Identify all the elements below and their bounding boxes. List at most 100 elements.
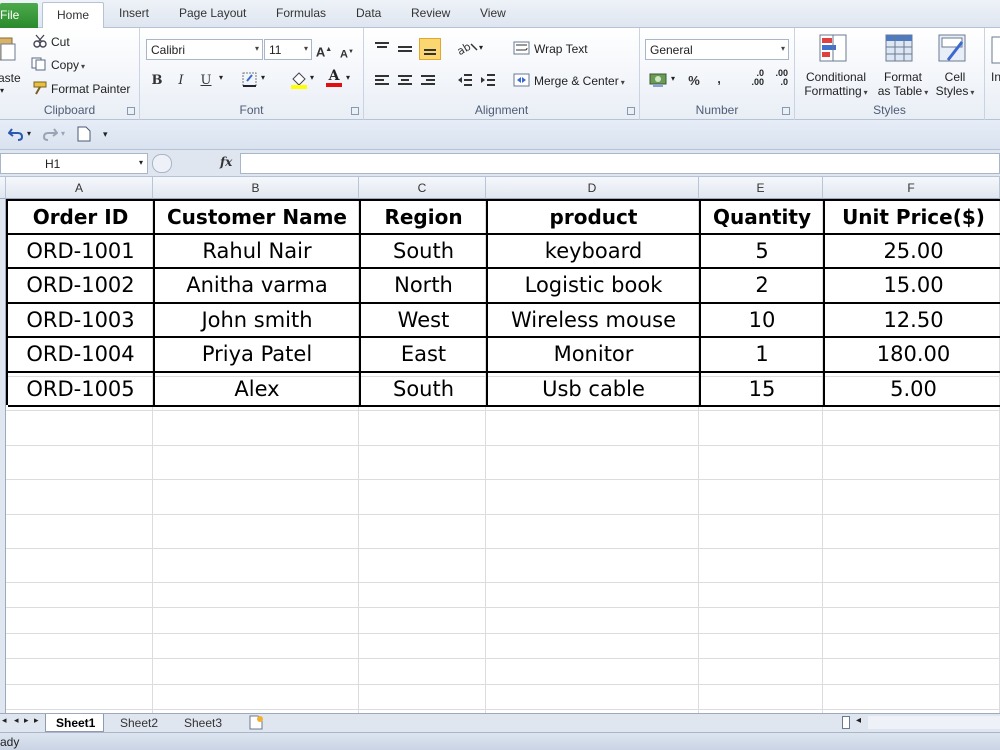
borders-dropdown[interactable]: ▾ [261, 73, 265, 82]
table-cell[interactable]: 15.00 [825, 269, 1000, 304]
format-as-table-button[interactable]: Format as Table ▾ [873, 70, 933, 100]
grid-cell[interactable] [699, 634, 823, 659]
table-cell[interactable]: 15 [701, 373, 825, 407]
table-cell[interactable]: Monitor [488, 338, 701, 373]
currency-dropdown[interactable]: ▾ [671, 74, 675, 83]
table-cell[interactable]: South [361, 373, 488, 407]
grid-cell[interactable] [6, 411, 153, 446]
grid-cell[interactable] [359, 549, 486, 583]
grid-cell[interactable] [823, 634, 1000, 659]
grid-cell[interactable] [823, 685, 1000, 710]
grid-cell[interactable] [153, 608, 359, 634]
sheet-tab-2[interactable]: Sheet2 [120, 714, 158, 732]
decrease-indent-icon[interactable] [457, 73, 473, 90]
grid-cell[interactable] [359, 583, 486, 608]
grid-cell[interactable] [6, 446, 153, 480]
dialog-launcher-icon[interactable] [351, 107, 359, 115]
font-family-select[interactable]: Calibri ▾ [146, 39, 263, 60]
sheet-tab-3[interactable]: Sheet3 [184, 714, 222, 732]
cut-button[interactable]: Cut [51, 35, 70, 49]
table-cell[interactable]: West [361, 304, 488, 338]
format-painter-button[interactable]: Format Painter [51, 82, 130, 96]
font-size-select[interactable]: 11 ▾ [264, 39, 312, 60]
tab-insert[interactable]: Insert [119, 6, 149, 20]
table-cell[interactable]: 5.00 [825, 373, 1000, 407]
grid-cell[interactable] [486, 583, 699, 608]
column-header-d[interactable]: D [486, 177, 699, 199]
column-header-f[interactable]: F [823, 177, 1000, 199]
grid-cell[interactable] [359, 515, 486, 549]
grid-cell[interactable] [486, 549, 699, 583]
customize-qat-icon[interactable]: ▾ [103, 129, 108, 140]
grid-cell[interactable] [153, 685, 359, 710]
table-header-cell[interactable]: Region [361, 201, 488, 235]
grid-cell[interactable] [359, 685, 486, 710]
new-document-icon[interactable] [77, 126, 91, 145]
dialog-launcher-icon[interactable] [127, 107, 135, 115]
grid-cell[interactable] [699, 446, 823, 480]
table-header-cell[interactable]: product [488, 201, 701, 235]
grid-cell[interactable] [699, 411, 823, 446]
orientation-dropdown[interactable]: ▾ [479, 43, 483, 52]
grid-cell[interactable] [359, 659, 486, 685]
paste-button[interactable]: aste [0, 71, 21, 85]
grid-cell[interactable] [6, 634, 153, 659]
table-cell[interactable]: 5 [701, 235, 825, 269]
grid-cell[interactable] [359, 634, 486, 659]
grid-cell[interactable] [6, 583, 153, 608]
table-header-cell[interactable]: Quantity [701, 201, 825, 235]
column-header-b[interactable]: B [153, 177, 359, 199]
sheet-tab-1[interactable]: Sheet1 [45, 714, 105, 732]
grid-cell[interactable] [359, 446, 486, 480]
grid-cell[interactable] [823, 659, 1000, 685]
redo-icon[interactable] [42, 127, 59, 144]
table-cell[interactable]: ORD-1001 [8, 235, 155, 269]
grid-cell[interactable] [699, 608, 823, 634]
table-header-cell[interactable]: Order ID [8, 201, 155, 235]
paste-dropdown[interactable]: ▾ [0, 86, 4, 95]
undo-icon[interactable] [7, 127, 24, 144]
grid-cell[interactable] [486, 685, 699, 710]
align-middle-icon[interactable] [397, 41, 413, 58]
column-header-e[interactable]: E [699, 177, 823, 199]
underline-button[interactable]: U [195, 71, 217, 91]
grid-cell[interactable] [6, 685, 153, 710]
align-right-icon[interactable] [420, 74, 436, 89]
grid-cell[interactable] [486, 634, 699, 659]
tab-review[interactable]: Review [411, 6, 450, 20]
grid-cell[interactable] [359, 480, 486, 515]
table-cell[interactable]: 180.00 [825, 338, 1000, 373]
underline-dropdown[interactable]: ▾ [219, 73, 223, 82]
table-cell[interactable]: ORD-1005 [8, 373, 155, 407]
grid-cell[interactable] [823, 515, 1000, 549]
insert-sheet-icon[interactable] [248, 715, 266, 733]
insert-cells-label[interactable]: In [991, 70, 1000, 84]
table-cell[interactable]: ORD-1002 [8, 269, 155, 304]
column-header-a[interactable]: A [6, 177, 153, 199]
align-top-icon[interactable] [374, 41, 390, 58]
tab-file[interactable]: File [0, 3, 38, 28]
grid-cell[interactable] [486, 659, 699, 685]
grid-cell[interactable] [153, 411, 359, 446]
grid-cell[interactable] [359, 608, 486, 634]
grid-cell[interactable] [486, 446, 699, 480]
bold-button[interactable]: B [146, 71, 168, 91]
grid-cell[interactable] [823, 549, 1000, 583]
grid-cell[interactable] [823, 411, 1000, 446]
grid-cell[interactable] [6, 480, 153, 515]
comma-button[interactable]: , [708, 69, 730, 89]
insert-function-icon[interactable]: fx [220, 155, 232, 169]
wrap-text-button[interactable]: Wrap Text [534, 42, 588, 56]
column-header-c[interactable]: C [359, 177, 486, 199]
cell-styles-button[interactable]: Cell Styles ▾ [933, 70, 977, 100]
grid-cell[interactable] [823, 608, 1000, 634]
scroll-left-icon[interactable]: ◂ [856, 715, 861, 726]
orientation-icon[interactable]: ab [455, 40, 479, 58]
undo-dropdown[interactable]: ▾ [27, 129, 31, 138]
grid-cell[interactable] [823, 480, 1000, 515]
table-cell[interactable]: Usb cable [488, 373, 701, 407]
grid-cell[interactable] [359, 411, 486, 446]
dialog-launcher-icon[interactable] [782, 107, 790, 115]
tab-formulas[interactable]: Formulas [276, 6, 326, 20]
grid-cell[interactable] [699, 480, 823, 515]
